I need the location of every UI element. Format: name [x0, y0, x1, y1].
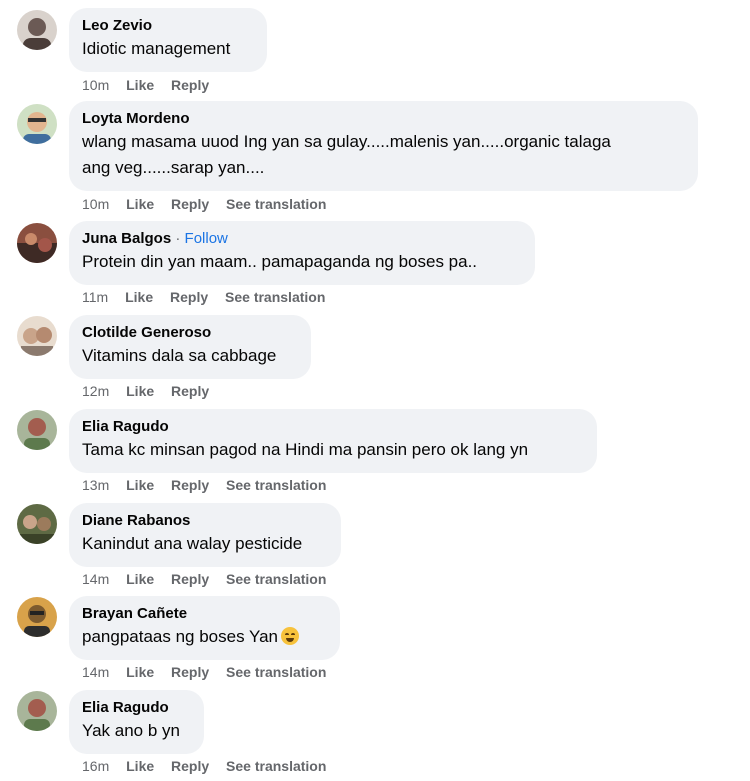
comment-author[interactable]: Clotilde Generoso — [82, 323, 298, 343]
comment-author[interactable]: Elia Ragudo — [82, 417, 584, 437]
see-translation-link[interactable]: See translation — [226, 477, 326, 493]
comment-text: wlang masama uuod Ing yan sa gulay.....m… — [82, 132, 611, 151]
comment-time[interactable]: 14m — [82, 571, 109, 587]
comment-bubble: Brayan Cañete pangpataas ng boses Yan — [69, 596, 340, 660]
comment-time[interactable]: 13m — [82, 477, 109, 493]
profile-photo-icon — [17, 104, 57, 144]
reply-button[interactable]: Reply — [171, 664, 209, 680]
like-button[interactable]: Like — [125, 289, 153, 305]
comment-bubble: Loyta Mordeno wlang masama uuod Ing yan … — [69, 101, 698, 191]
avatar[interactable] — [17, 10, 57, 50]
comment-text: Tama kc minsan pagod na Hindi ma pansin … — [82, 440, 529, 459]
comment-actions: 14m Like Reply See translation — [82, 570, 339, 588]
avatar[interactable] — [17, 691, 57, 731]
profile-photo-icon — [17, 597, 57, 637]
see-translation-link[interactable]: See translation — [226, 196, 326, 212]
follow-button[interactable]: Follow — [185, 230, 228, 247]
comment-bubble: Clotilde Generoso Vitamins dala sa cabba… — [69, 315, 311, 379]
profile-photo-icon — [17, 10, 57, 50]
profile-photo-icon — [17, 410, 57, 450]
comment-actions: 14m Like Reply See translation — [82, 663, 339, 681]
comment-text: Vitamins dala sa cabbage — [82, 346, 277, 365]
comment-bubble: Elia Ragudo Yak ano b yn — [69, 690, 204, 754]
comment-text: Kanindut ana walay pesticide — [82, 534, 303, 553]
reply-button[interactable]: Reply — [171, 758, 209, 774]
comment-text: ang veg......sarap yan.... — [82, 158, 265, 177]
comment-time[interactable]: 14m — [82, 664, 109, 680]
profile-photo-icon — [17, 691, 57, 731]
comment-author[interactable]: Elia Ragudo — [82, 698, 191, 718]
separator-dot: · — [171, 230, 185, 247]
comment-bubble: Diane Rabanos Kanindut ana walay pestici… — [69, 503, 341, 567]
comment-actions: 12m Like Reply — [82, 382, 222, 400]
see-translation-link[interactable]: See translation — [226, 571, 326, 587]
profile-photo-icon — [17, 223, 57, 263]
comment-bubble: Juna Balgos · Follow Protein din yan maa… — [69, 221, 535, 285]
see-translation-link[interactable]: See translation — [226, 664, 326, 680]
avatar[interactable] — [17, 597, 57, 637]
comment-time[interactable]: 10m — [82, 196, 109, 212]
like-button[interactable]: Like — [126, 664, 154, 680]
like-button[interactable]: Like — [126, 383, 154, 399]
see-translation-link[interactable]: See translation — [225, 289, 325, 305]
reply-button[interactable]: Reply — [171, 196, 209, 212]
like-button[interactable]: Like — [126, 477, 154, 493]
comment-actions: 16m Like Reply See translation — [82, 757, 339, 775]
comment-author[interactable]: Brayan Cañete — [82, 604, 327, 624]
comment-time[interactable]: 16m — [82, 758, 109, 774]
profile-photo-icon — [17, 316, 57, 356]
reply-button[interactable]: Reply — [170, 289, 208, 305]
see-translation-link[interactable]: See translation — [226, 758, 326, 774]
reply-button[interactable]: Reply — [171, 383, 209, 399]
avatar[interactable] — [17, 223, 57, 263]
comment-text: Idiotic management — [82, 39, 231, 58]
avatar[interactable] — [17, 504, 57, 544]
profile-photo-icon — [17, 504, 57, 544]
comment-time[interactable]: 11m — [82, 289, 108, 305]
reply-button[interactable]: Reply — [171, 571, 209, 587]
like-button[interactable]: Like — [126, 758, 154, 774]
comment-actions: 10m Like Reply See translation — [82, 195, 339, 213]
comment-actions: 13m Like Reply See translation — [82, 476, 339, 494]
reply-button[interactable]: Reply — [171, 77, 209, 93]
like-button[interactable]: Like — [126, 77, 154, 93]
comment-author[interactable]: Loyta Mordeno — [82, 109, 685, 129]
comment-actions: 10m Like Reply — [82, 76, 222, 94]
comment-actions: 11m Like Reply See translation — [82, 288, 338, 306]
comment-text: Protein din yan maam.. pamapaganda ng bo… — [82, 252, 478, 271]
avatar[interactable] — [17, 104, 57, 144]
comment-author[interactable]: Leo Zevio — [82, 16, 254, 36]
comment-time[interactable]: 12m — [82, 383, 109, 399]
avatar[interactable] — [17, 410, 57, 450]
comment-author[interactable]: Juna Balgos — [82, 230, 171, 247]
like-button[interactable]: Like — [126, 196, 154, 212]
comment-time[interactable]: 10m — [82, 77, 109, 93]
avatar[interactable] — [17, 316, 57, 356]
comment-text: Yak ano b yn — [82, 721, 180, 740]
like-button[interactable]: Like — [126, 571, 154, 587]
comment-author[interactable]: Diane Rabanos — [82, 511, 328, 531]
comment-text: pangpataas ng boses Yan — [82, 627, 278, 646]
reply-button[interactable]: Reply — [171, 477, 209, 493]
comment-bubble: Elia Ragudo Tama kc minsan pagod na Hind… — [69, 409, 597, 473]
comment-bubble: Leo Zevio Idiotic management — [69, 8, 267, 72]
laughing-face-icon — [280, 627, 299, 645]
